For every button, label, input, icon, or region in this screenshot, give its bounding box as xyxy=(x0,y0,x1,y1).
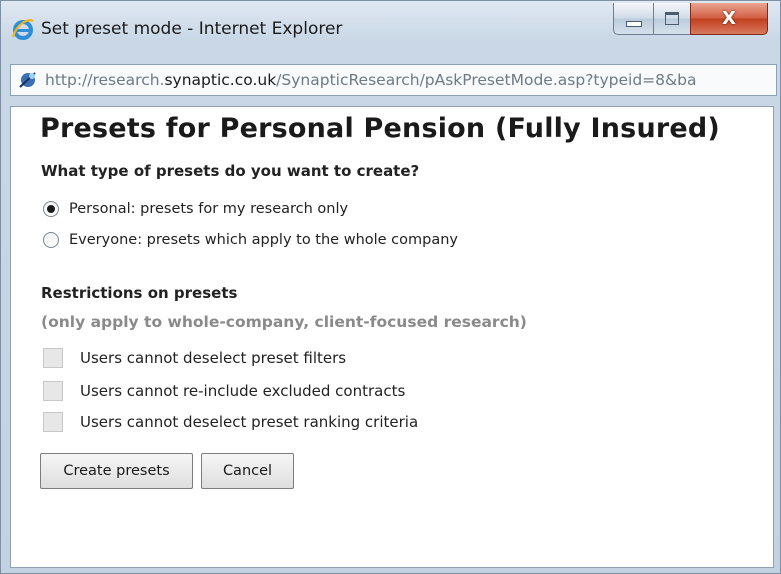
checkbox-ranking-label: Users cannot deselect preset ranking cri… xyxy=(80,413,419,431)
window-title: Set preset mode - Internet Explorer xyxy=(41,19,343,39)
radio-personal[interactable]: Personal: presets for my research only xyxy=(43,201,348,217)
checkbox-filters[interactable] xyxy=(43,348,63,368)
cancel-button[interactable]: Cancel xyxy=(201,453,294,489)
address-host: synaptic.co.uk xyxy=(164,71,277,89)
dialog-content: Presets for Personal Pension (Fully Insu… xyxy=(10,106,774,568)
radio-everyone[interactable]: Everyone: presets which apply to the who… xyxy=(43,232,458,248)
radio-personal-label: Personal: presets for my research only xyxy=(69,201,349,217)
radio-personal-button[interactable] xyxy=(43,201,59,217)
minimize-button[interactable] xyxy=(613,3,654,35)
address-bar[interactable]: http://research.synaptic.co.uk/SynapticR… xyxy=(10,64,777,96)
restrictions-title: Restrictions on presets xyxy=(41,284,238,302)
checkbox-row-contracts[interactable]: Users cannot re-include excluded contrac… xyxy=(43,381,405,401)
maximize-button[interactable] xyxy=(653,3,691,35)
checkbox-row-filters[interactable]: Users cannot deselect preset filters xyxy=(43,348,346,368)
maximize-icon xyxy=(665,12,679,25)
create-presets-button[interactable]: Create presets xyxy=(40,453,193,489)
address-path: /SynapticResearch/pAskPresetMode.asp?typ… xyxy=(276,71,697,89)
checkbox-filters-label: Users cannot deselect preset filters xyxy=(80,349,347,367)
radio-selected-dot xyxy=(47,205,55,213)
close-button[interactable]: X xyxy=(690,3,768,35)
page-icon xyxy=(19,72,36,88)
address-url: http://research.synaptic.co.uk/SynapticR… xyxy=(45,71,696,89)
restrictions-note: (only apply to whole-company, client-foc… xyxy=(41,313,527,331)
checkbox-row-ranking[interactable]: Users cannot deselect preset ranking cri… xyxy=(43,412,418,432)
checkbox-contracts[interactable] xyxy=(43,381,63,401)
radio-everyone-label: Everyone: presets which apply to the who… xyxy=(69,232,459,248)
checkbox-ranking[interactable] xyxy=(43,412,63,432)
minimize-icon xyxy=(625,20,642,27)
close-icon: X xyxy=(722,7,736,29)
address-prefix: http://research. xyxy=(45,71,165,89)
title-bar[interactable]: Set preset mode - Internet Explorer X xyxy=(1,1,780,63)
preset-type-question: What type of presets do you want to crea… xyxy=(41,162,420,180)
internet-explorer-icon xyxy=(11,19,34,40)
checkbox-contracts-label: Users cannot re-include excluded contrac… xyxy=(80,382,406,400)
radio-everyone-button[interactable] xyxy=(43,232,59,248)
page-title: Presets for Personal Pension (Fully Insu… xyxy=(40,113,720,144)
browser-window: Set preset mode - Internet Explorer X ht… xyxy=(0,0,781,574)
